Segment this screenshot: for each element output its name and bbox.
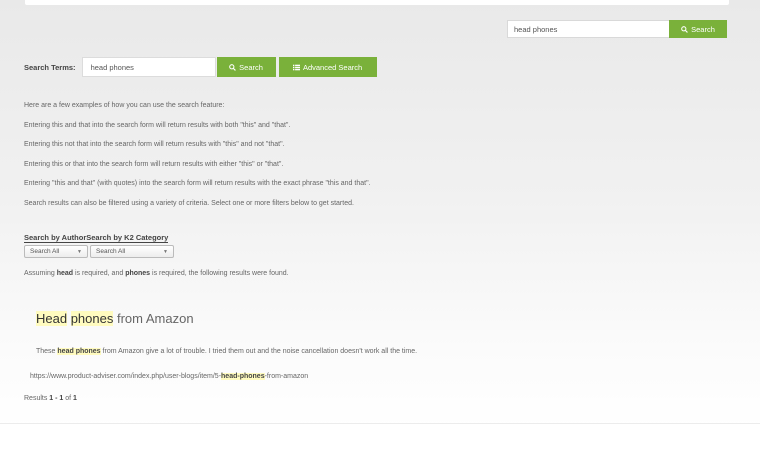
- result-title-rest: from Amazon: [113, 311, 194, 326]
- advanced-search-button[interactable]: Advanced Search: [278, 57, 377, 77]
- author-filter-select[interactable]: Search All ▼: [24, 245, 88, 258]
- assumption-prefix: Assuming: [24, 270, 57, 277]
- chevron-down-icon: ▼: [77, 248, 82, 255]
- result-desc-prefix: These: [36, 348, 58, 355]
- example-phrase: Entering "this and that" (with quotes) i…: [24, 180, 371, 187]
- header-search-button-label: Search: [691, 24, 715, 34]
- result-url-prefix: https://www.product-adviser.com/index.ph…: [30, 373, 222, 380]
- search-terms-input[interactable]: [81, 57, 216, 77]
- assumption-suffix: is required, the following results were …: [150, 270, 289, 277]
- examples-intro: Here are a few examples of how you can u…: [24, 102, 225, 109]
- results-range: 1 - 1: [49, 395, 64, 402]
- examples-filter-note: Search results can also be filtered usin…: [24, 199, 354, 207]
- example-or: Entering this or that into the search fo…: [24, 160, 284, 168]
- filters-title: Search by AuthorSearch by K2 Category: [24, 233, 169, 243]
- results-prefix: Results: [24, 395, 50, 402]
- category-filter-select[interactable]: Search All ▼: [90, 245, 174, 258]
- example-and: Entering this and that into the search f…: [24, 121, 291, 129]
- result-desc-rest: from Amazon give a lot of trouble. I tri…: [100, 348, 418, 355]
- result-desc-highlight: head phones: [57, 348, 101, 355]
- result-url[interactable]: https://www.product-adviser.com/index.ph…: [30, 373, 308, 380]
- header-search-button[interactable]: Search: [669, 20, 727, 38]
- assumption-middle: is required, and: [73, 270, 126, 277]
- advanced-search-button-label: Advanced Search: [302, 62, 363, 72]
- chevron-down-icon: ▼: [163, 248, 168, 255]
- result-title-highlight-1: Head: [36, 311, 68, 326]
- header-search-input[interactable]: [507, 20, 669, 38]
- result-title-highlight-2: phones: [70, 311, 114, 326]
- divider: [0, 423, 760, 424]
- results-of: of: [63, 395, 74, 402]
- category-filter-value: Search All: [96, 248, 126, 255]
- header-search: Search: [507, 20, 727, 38]
- result-title-link[interactable]: Head phones from Amazon: [36, 311, 194, 326]
- search-button-label: Search: [239, 62, 263, 72]
- search-button[interactable]: Search: [216, 57, 276, 77]
- filters: Search by AuthorSearch by K2 Category Se…: [24, 233, 174, 258]
- search-terms-label: Search Terms:: [24, 62, 76, 72]
- result-description: These head phones from Amazon give a lot…: [36, 348, 417, 355]
- search-assumption: Assuming head is required, and phones is…: [24, 270, 289, 277]
- top-panel-edge: [25, 0, 729, 5]
- example-not: Entering this not that into the search f…: [24, 141, 285, 148]
- assumption-term-1: head: [56, 270, 74, 277]
- search-icon: [681, 25, 688, 33]
- list-icon: [292, 64, 300, 70]
- assumption-term-2: phones: [125, 270, 151, 277]
- result-url-suffix: -from-amazon: [264, 373, 309, 380]
- results-total: 1: [73, 395, 77, 402]
- search-examples: Here are a few examples of how you can u…: [24, 102, 724, 219]
- results-counter: Results 1 - 1 of 1: [24, 395, 77, 402]
- author-filter-value: Search All: [30, 248, 60, 255]
- search-form: Search Terms: Search Advanced Search: [24, 57, 377, 77]
- result-url-highlight: head-phones: [221, 373, 265, 380]
- search-icon: [229, 63, 237, 71]
